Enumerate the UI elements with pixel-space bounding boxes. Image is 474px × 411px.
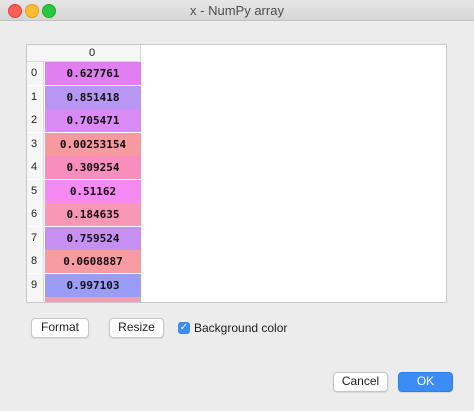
resize-button[interactable]: Resize bbox=[109, 318, 164, 338]
table-cell[interactable]: 0.997103 bbox=[45, 274, 141, 297]
row-header[interactable]: 4 bbox=[27, 156, 44, 179]
row-header[interactable]: 9 bbox=[27, 274, 44, 297]
table-cell[interactable]: 0.627761 bbox=[45, 62, 141, 85]
table-cell[interactable]: 0.00253154 bbox=[45, 133, 141, 156]
cancel-button[interactable]: Cancel bbox=[333, 372, 388, 392]
row-header[interactable]: 8 bbox=[27, 250, 44, 273]
row-header[interactable]: 3 bbox=[27, 133, 44, 156]
row-header[interactable]: 7 bbox=[27, 227, 44, 250]
row-header[interactable]: 2 bbox=[27, 109, 44, 132]
table-cell[interactable]: 0.184635 bbox=[45, 203, 141, 226]
column-header[interactable]: 0 bbox=[44, 45, 141, 62]
row-header[interactable]: 6 bbox=[27, 203, 44, 226]
row-header[interactable]: 1 bbox=[27, 86, 44, 109]
table-cell[interactable]: 0.759524 bbox=[45, 227, 141, 250]
numpy-array-dialog: x - NumPy array 0 0 0.627761 1 0.851418 2 0.7… bbox=[0, 0, 474, 411]
ok-button[interactable]: OK bbox=[398, 372, 453, 392]
table-cell[interactable]: 0.0608887 bbox=[45, 250, 141, 273]
table-cell[interactable] bbox=[45, 297, 141, 302]
array-table[interactable]: 0 0 0.627761 1 0.851418 2 0.705471 3 0.00253154… bbox=[26, 44, 447, 303]
row-header[interactable]: 0 bbox=[27, 62, 44, 85]
table-corner bbox=[27, 45, 45, 62]
title-bar: x - NumPy array bbox=[0, 0, 474, 21]
window-title: x - NumPy array bbox=[190, 3, 284, 18]
row-header[interactable] bbox=[27, 297, 44, 302]
background-color-label: Background color bbox=[194, 321, 288, 335]
row-header[interactable]: 5 bbox=[27, 180, 44, 203]
checkbox-checked-icon[interactable]: ✓ bbox=[178, 322, 190, 334]
table-cell[interactable]: 0.851418 bbox=[45, 86, 141, 109]
table-cell[interactable]: 0.51162 bbox=[45, 180, 141, 203]
table-cell[interactable]: 0.705471 bbox=[45, 109, 141, 132]
table-cell[interactable]: 0.309254 bbox=[45, 156, 141, 179]
format-button[interactable]: Format bbox=[31, 318, 89, 338]
